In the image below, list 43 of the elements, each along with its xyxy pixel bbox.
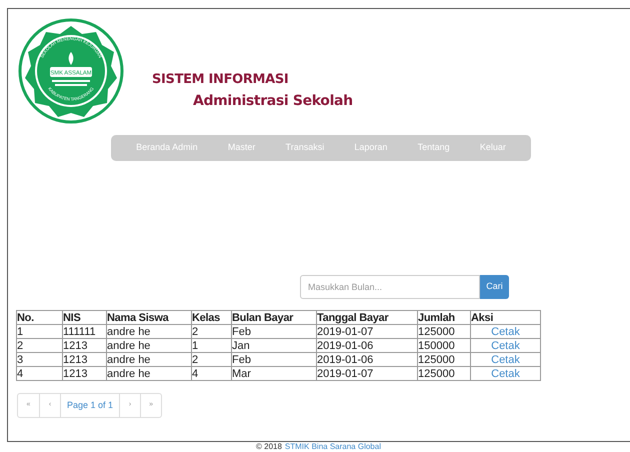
table-cell: 125000: [418, 368, 455, 380]
table-cell: 1213: [63, 340, 88, 352]
table-cell: Feb: [232, 326, 251, 338]
column-header: Aksi: [470, 310, 540, 324]
table-cell: 1: [17, 326, 24, 338]
table-cell: 4: [17, 368, 24, 380]
page-indicator[interactable]: Page 1 of 1: [60, 394, 120, 417]
table-cell: andre he: [107, 326, 150, 338]
table-cell: 125000: [418, 354, 455, 366]
table-cell: 1213: [63, 354, 88, 366]
site-title: SISTEM INFORMASI: [152, 71, 288, 89]
table-cell: 125000: [418, 326, 455, 338]
table-cell: 2: [192, 354, 198, 366]
column-header: NIS: [62, 310, 106, 324]
table-cell: 3: [17, 354, 24, 366]
table-cell: 1213: [63, 368, 88, 380]
table-cell: Feb: [232, 354, 251, 366]
site-subtitle: Administrasi Sekolah: [193, 92, 353, 111]
table-cell: 150000: [418, 340, 455, 352]
table-cell: 2: [17, 340, 24, 352]
search-field[interactable]: Masukkan Bulan...: [300, 275, 480, 299]
table-cell: 1: [192, 340, 198, 352]
footer-link[interactable]: STMIK Bina Sarana Global: [284, 442, 381, 452]
column-header: Kelas: [192, 310, 232, 324]
table-cell: 2019-01-07: [317, 368, 374, 380]
column-header: Bulan Bayar: [232, 310, 316, 324]
table-cell: 2019-01-06: [317, 340, 374, 352]
column-header: Tanggal Bayar: [316, 310, 418, 324]
column-header: Jumlah: [418, 310, 470, 324]
table-cell: andre he: [107, 368, 150, 380]
table-cell: 2: [192, 326, 198, 338]
copyright-text: © 2018: [256, 442, 282, 452]
search-button[interactable]: Cari: [480, 275, 509, 299]
table-cell: 4: [192, 368, 198, 380]
table-cell: 2019-01-07: [317, 326, 374, 338]
table-cell: andre he: [107, 354, 150, 366]
table-cell: Jan: [232, 340, 250, 352]
table-cell: Mar: [232, 368, 251, 380]
column-header: Nama Siswa: [106, 310, 192, 324]
table-cell: 2019-01-06: [317, 354, 374, 366]
table-cell: 111111: [63, 326, 96, 338]
column-header: No.: [16, 310, 62, 324]
table-cell: andre he: [107, 340, 150, 352]
